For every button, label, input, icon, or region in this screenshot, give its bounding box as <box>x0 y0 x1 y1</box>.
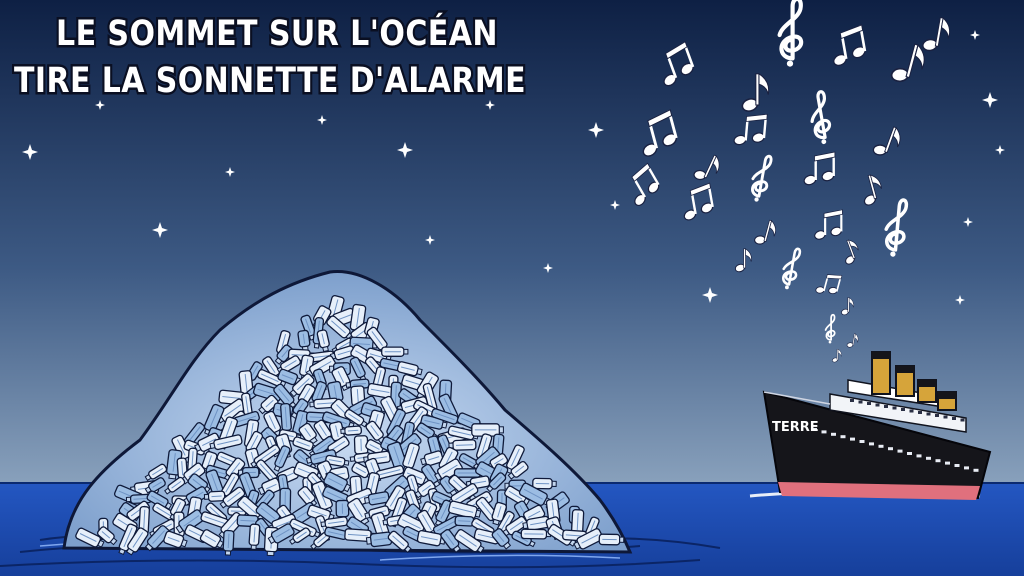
ship-name-label: TERRE <box>772 420 819 435</box>
cabin-window <box>909 409 914 413</box>
porthole <box>973 468 979 472</box>
caption-line-2: TIRE LA SONNETTE D'ALARME <box>14 61 526 101</box>
porthole <box>850 437 855 441</box>
cabin-window <box>926 412 931 416</box>
cabin-window <box>884 405 888 408</box>
porthole <box>840 435 846 439</box>
porthole <box>907 452 912 455</box>
porthole <box>935 459 941 463</box>
cartoon-scene: TERRE LE SOMMET SUR L'OCÉAN TIRE LA SONN… <box>0 0 1024 576</box>
plastic-bottle <box>520 528 552 540</box>
funnel <box>917 379 937 403</box>
plastic-bottle <box>381 346 409 357</box>
cabin-window <box>935 414 939 417</box>
cabin-window <box>858 400 863 404</box>
porthole <box>831 432 836 436</box>
porthole <box>926 456 931 460</box>
plastic-bottle <box>598 533 625 546</box>
porthole <box>878 444 884 448</box>
porthole <box>821 430 827 434</box>
cabin-window <box>850 399 854 402</box>
porthole <box>859 440 865 443</box>
porthole <box>964 466 969 470</box>
cabin-window <box>952 417 956 420</box>
funnel <box>895 365 915 397</box>
porthole <box>869 442 874 446</box>
cabin-window <box>918 411 922 414</box>
porthole <box>954 464 960 467</box>
funnel <box>871 351 891 395</box>
cabin-window <box>875 403 880 407</box>
caption-line-1: LE SOMMET SUR L'OCÉAN <box>56 12 498 54</box>
porthole <box>897 449 903 453</box>
cabin-window <box>960 418 965 422</box>
funnel <box>937 391 957 411</box>
cabin-window <box>892 406 897 410</box>
porthole <box>888 447 893 451</box>
porthole <box>945 461 950 465</box>
cabin-window <box>943 415 948 419</box>
illustration: TERRE LE SOMMET SUR L'OCÉAN TIRE LA SONN… <box>0 0 1024 576</box>
cabin-window <box>867 402 871 405</box>
porthole <box>916 454 922 458</box>
cabin-window <box>901 408 905 411</box>
